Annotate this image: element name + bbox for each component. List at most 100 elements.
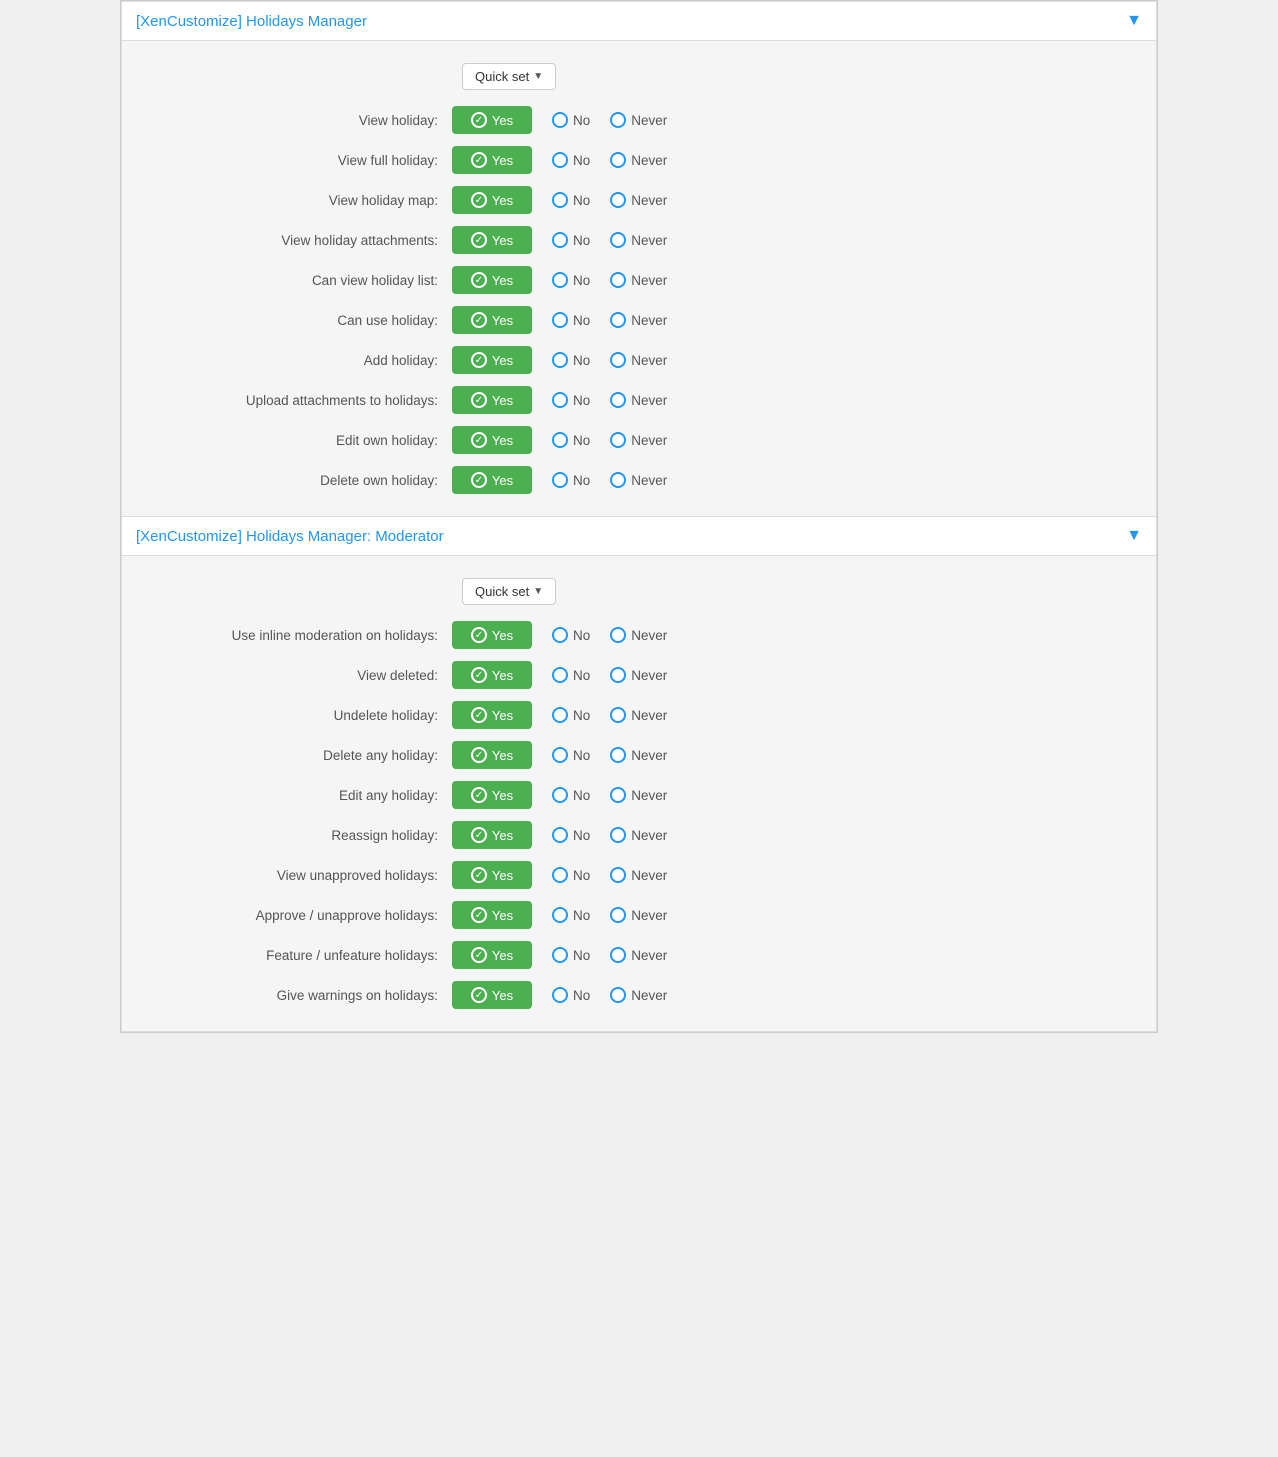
no-option-1-7[interactable]: No bbox=[552, 352, 590, 368]
never-option-1-6[interactable]: Never bbox=[610, 312, 667, 328]
no-option-2-1[interactable]: No bbox=[552, 627, 590, 643]
yes-button-2-10[interactable]: ✓Yes bbox=[452, 981, 532, 1009]
yes-button-1-8[interactable]: ✓Yes bbox=[452, 386, 532, 414]
yes-button-1-7[interactable]: ✓Yes bbox=[452, 346, 532, 374]
no-option-1-6[interactable]: No bbox=[552, 312, 590, 328]
no-label-2-6: No bbox=[573, 828, 590, 843]
no-option-1-3[interactable]: No bbox=[552, 192, 590, 208]
section-header-2: [XenCustomize] Holidays Manager: Moderat… bbox=[122, 517, 1156, 556]
never-option-1-7[interactable]: Never bbox=[610, 352, 667, 368]
no-option-1-10[interactable]: No bbox=[552, 472, 590, 488]
never-label-1-10: Never bbox=[631, 473, 667, 488]
no-option-1-8[interactable]: No bbox=[552, 392, 590, 408]
never-option-2-3[interactable]: Never bbox=[610, 707, 667, 723]
quick-set-button-1[interactable]: Quick set▼ bbox=[462, 63, 556, 90]
never-radio-2-5 bbox=[610, 787, 626, 803]
never-radio-1-3 bbox=[610, 192, 626, 208]
never-option-2-8[interactable]: Never bbox=[610, 907, 667, 923]
never-option-1-2[interactable]: Never bbox=[610, 152, 667, 168]
yes-icon-1-5: ✓ bbox=[471, 272, 487, 288]
no-option-1-9[interactable]: No bbox=[552, 432, 590, 448]
yes-icon-2-10: ✓ bbox=[471, 987, 487, 1003]
no-option-2-4[interactable]: No bbox=[552, 747, 590, 763]
never-option-1-4[interactable]: Never bbox=[610, 232, 667, 248]
no-option-2-10[interactable]: No bbox=[552, 987, 590, 1003]
no-option-2-5[interactable]: No bbox=[552, 787, 590, 803]
never-option-2-2[interactable]: Never bbox=[610, 667, 667, 683]
permission-options-1-8: ✓Yes No Never bbox=[452, 386, 667, 414]
never-option-2-5[interactable]: Never bbox=[610, 787, 667, 803]
never-option-2-10[interactable]: Never bbox=[610, 987, 667, 1003]
yes-button-2-8[interactable]: ✓ Yes bbox=[452, 901, 532, 929]
yes-label-2-8: Yes bbox=[492, 908, 513, 923]
no-label-1-10: No bbox=[573, 473, 590, 488]
never-option-1-8[interactable]: Never bbox=[610, 392, 667, 408]
yes-label-2-7: Yes bbox=[492, 868, 513, 883]
permission-label-2-1: Use inline moderation on holidays: bbox=[122, 628, 452, 643]
no-option-1-2[interactable]: No bbox=[552, 152, 590, 168]
permission-row-2-1: Use inline moderation on holidays:✓Yes No… bbox=[122, 615, 1156, 655]
quick-set-label-1: Quick set bbox=[475, 69, 529, 84]
yes-button-2-7[interactable]: ✓Yes bbox=[452, 861, 532, 889]
never-label-1-3: Never bbox=[631, 193, 667, 208]
permission-options-2-2: ✓Yes No Never bbox=[452, 661, 667, 689]
yes-button-1-10[interactable]: ✓Yes bbox=[452, 466, 532, 494]
never-label-1-2: Never bbox=[631, 153, 667, 168]
yes-icon-2-8: ✓ bbox=[471, 907, 487, 923]
never-radio-2-8 bbox=[610, 907, 626, 923]
permission-row-2-3: Undelete holiday:✓YesNoNever bbox=[122, 695, 1156, 735]
no-option-2-2[interactable]: No bbox=[552, 667, 590, 683]
no-radio-1-2 bbox=[552, 152, 568, 168]
never-option-1-3[interactable]: Never bbox=[610, 192, 667, 208]
yes-button-2-9[interactable]: ✓Yes bbox=[452, 941, 532, 969]
yes-label-2-2: Yes bbox=[492, 668, 513, 683]
no-label-1-2: No bbox=[573, 153, 590, 168]
never-option-2-1[interactable]: Never bbox=[610, 627, 667, 643]
no-label-2-5: No bbox=[573, 788, 590, 803]
no-option-2-8[interactable]: No bbox=[552, 907, 590, 923]
never-option-2-6[interactable]: Never bbox=[610, 827, 667, 843]
section-toggle-1[interactable]: ▼ bbox=[1126, 12, 1142, 30]
no-option-1-4[interactable]: No bbox=[552, 232, 590, 248]
no-radio-2-10 bbox=[552, 987, 568, 1003]
no-option-2-7[interactable]: No bbox=[552, 867, 590, 883]
yes-button-1-6[interactable]: ✓Yes bbox=[452, 306, 532, 334]
never-option-1-5[interactable]: Never bbox=[610, 272, 667, 288]
yes-button-2-2[interactable]: ✓Yes bbox=[452, 661, 532, 689]
yes-button-2-4[interactable]: ✓Yes bbox=[452, 741, 532, 769]
permission-row-2-10: Give warnings on holidays:✓YesNoNever bbox=[122, 975, 1156, 1015]
never-option-1-1[interactable]: Never bbox=[610, 112, 667, 128]
no-label-2-9: No bbox=[573, 948, 590, 963]
yes-button-1-2[interactable]: ✓Yes bbox=[452, 146, 532, 174]
quick-set-arrow-2: ▼ bbox=[533, 586, 543, 597]
yes-button-1-4[interactable]: ✓Yes bbox=[452, 226, 532, 254]
never-radio-1-2 bbox=[610, 152, 626, 168]
never-option-2-4[interactable]: Never bbox=[610, 747, 667, 763]
yes-button-2-5[interactable]: ✓Yes bbox=[452, 781, 532, 809]
no-option-2-3[interactable]: No bbox=[552, 707, 590, 723]
no-option-2-6[interactable]: No bbox=[552, 827, 590, 843]
yes-button-2-3[interactable]: ✓Yes bbox=[452, 701, 532, 729]
yes-button-1-5[interactable]: ✓Yes bbox=[452, 266, 532, 294]
yes-button-2-1[interactable]: ✓Yes bbox=[452, 621, 532, 649]
never-label-2-10: Never bbox=[631, 988, 667, 1003]
never-label-1-9: Never bbox=[631, 433, 667, 448]
quick-set-button-2[interactable]: Quick set▼ bbox=[462, 578, 556, 605]
never-option-1-9[interactable]: Never bbox=[610, 432, 667, 448]
no-option-1-5[interactable]: No bbox=[552, 272, 590, 288]
section-title-2: [XenCustomize] Holidays Manager: Moderat… bbox=[136, 528, 444, 545]
never-option-2-9[interactable]: Never bbox=[610, 947, 667, 963]
yes-button-1-1[interactable]: ✓Yes bbox=[452, 106, 532, 134]
no-label-1-9: No bbox=[573, 433, 590, 448]
never-option-1-10[interactable]: Never bbox=[610, 472, 667, 488]
yes-button-2-6[interactable]: ✓Yes bbox=[452, 821, 532, 849]
permission-row-1-6: Can use holiday:✓YesNoNever bbox=[122, 300, 1156, 340]
section-toggle-2[interactable]: ▼ bbox=[1126, 527, 1142, 545]
yes-button-1-3[interactable]: ✓Yes bbox=[452, 186, 532, 214]
never-option-2-7[interactable]: Never bbox=[610, 867, 667, 883]
no-option-1-1[interactable]: No bbox=[552, 112, 590, 128]
never-radio-2-2 bbox=[610, 667, 626, 683]
never-radio-1-4 bbox=[610, 232, 626, 248]
no-option-2-9[interactable]: No bbox=[552, 947, 590, 963]
yes-button-1-9[interactable]: ✓Yes bbox=[452, 426, 532, 454]
